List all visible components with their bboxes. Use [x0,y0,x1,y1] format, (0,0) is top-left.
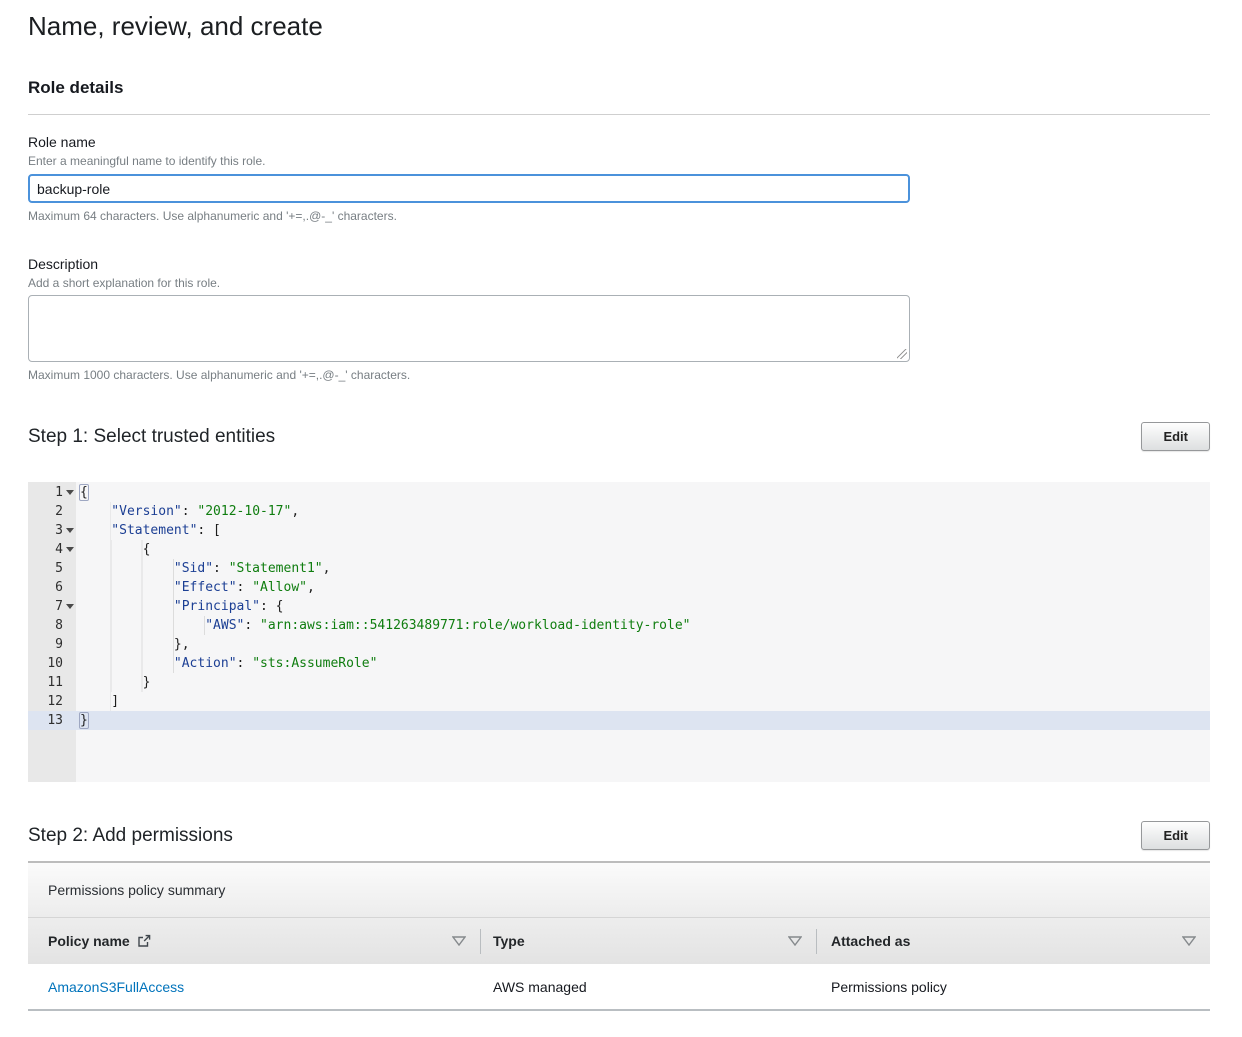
name-review-create-page: Name, review, and create Role details Ro… [0,0,1242,1011]
code-line: 4{ [28,540,1210,559]
code-editor-lines: 1{2"Version": "2012-10-17",3"Statement":… [28,482,1210,730]
code-line: 7"Principal": { [28,597,1210,616]
attached-as-cell: Permissions policy [816,979,1210,995]
resize-handle-icon[interactable] [897,349,907,359]
role-name-constraint: Maximum 64 characters. Use alphanumeric … [28,209,1210,223]
type-column-label: Type [493,933,525,949]
trust-policy-editor[interactable]: 1{2"Version": "2012-10-17",3"Statement":… [28,482,1210,782]
fold-arrow-icon[interactable] [66,547,74,552]
role-name-label: Role name [28,134,1210,151]
permissions-table-header: Policy name Type Attached as [28,917,1210,964]
permissions-summary-panel: Permissions policy summary Policy name T… [28,861,1210,1011]
step2-heading: Step 2: Add permissions [28,821,233,850]
permissions-panel-title: Permissions policy summary [28,863,1210,917]
column-header-type[interactable]: Type [480,918,816,964]
filter-triangle-icon[interactable] [1182,936,1196,946]
fold-arrow-icon[interactable] [66,490,74,495]
description-field-wrap [28,295,910,362]
step1-edit-button[interactable]: Edit [1141,422,1210,451]
step2-header-row: Step 2: Add permissions Edit [28,821,1210,850]
role-name-hint: Enter a meaningful name to identify this… [28,154,1210,168]
policy-name-cell: AmazonS3FullAccess [28,979,480,995]
code-line: 2"Version": "2012-10-17", [28,502,1210,521]
code-line: 8"AWS": "arn:aws:iam::541263489771:role/… [28,616,1210,635]
role-details-heading: Role details [28,78,1210,98]
code-line: 5"Sid": "Statement1", [28,559,1210,578]
code-line: 6"Effect": "Allow", [28,578,1210,597]
description-constraint: Maximum 1000 characters. Use alphanumeri… [28,368,1210,382]
external-link-icon [137,934,151,948]
filter-triangle-icon[interactable] [788,936,802,946]
attached-as-column-label: Attached as [831,933,910,949]
policy-name-column-label: Policy name [48,933,130,949]
page-title: Name, review, and create [28,0,1210,41]
step1-heading: Step 1: Select trusted entities [28,422,275,451]
role-name-input[interactable] [28,174,910,203]
fold-arrow-icon[interactable] [66,604,74,609]
code-line: 9}, [28,635,1210,654]
code-line: 13} [28,711,1210,730]
description-label: Description [28,256,1210,273]
description-hint: Add a short explanation for this role. [28,276,1210,290]
column-header-policy-name[interactable]: Policy name [28,918,480,964]
policy-type-cell: AWS managed [480,979,816,995]
code-line: 12] [28,692,1210,711]
column-header-attached-as[interactable]: Attached as [816,918,1210,964]
code-line: 10"Action": "sts:AssumeRole" [28,654,1210,673]
step2-edit-button[interactable]: Edit [1141,821,1210,850]
code-line: 11} [28,673,1210,692]
code-line: 1{ [28,483,1210,502]
description-textarea[interactable] [28,295,910,362]
policy-link[interactable]: AmazonS3FullAccess [48,979,184,995]
table-row: AmazonS3FullAccess AWS managed Permissio… [28,964,1210,1011]
section-divider [28,114,1210,115]
filter-triangle-icon[interactable] [452,936,466,946]
step1-header-row: Step 1: Select trusted entities Edit [28,422,1210,451]
code-line: 3"Statement": [ [28,521,1210,540]
fold-arrow-icon[interactable] [66,528,74,533]
